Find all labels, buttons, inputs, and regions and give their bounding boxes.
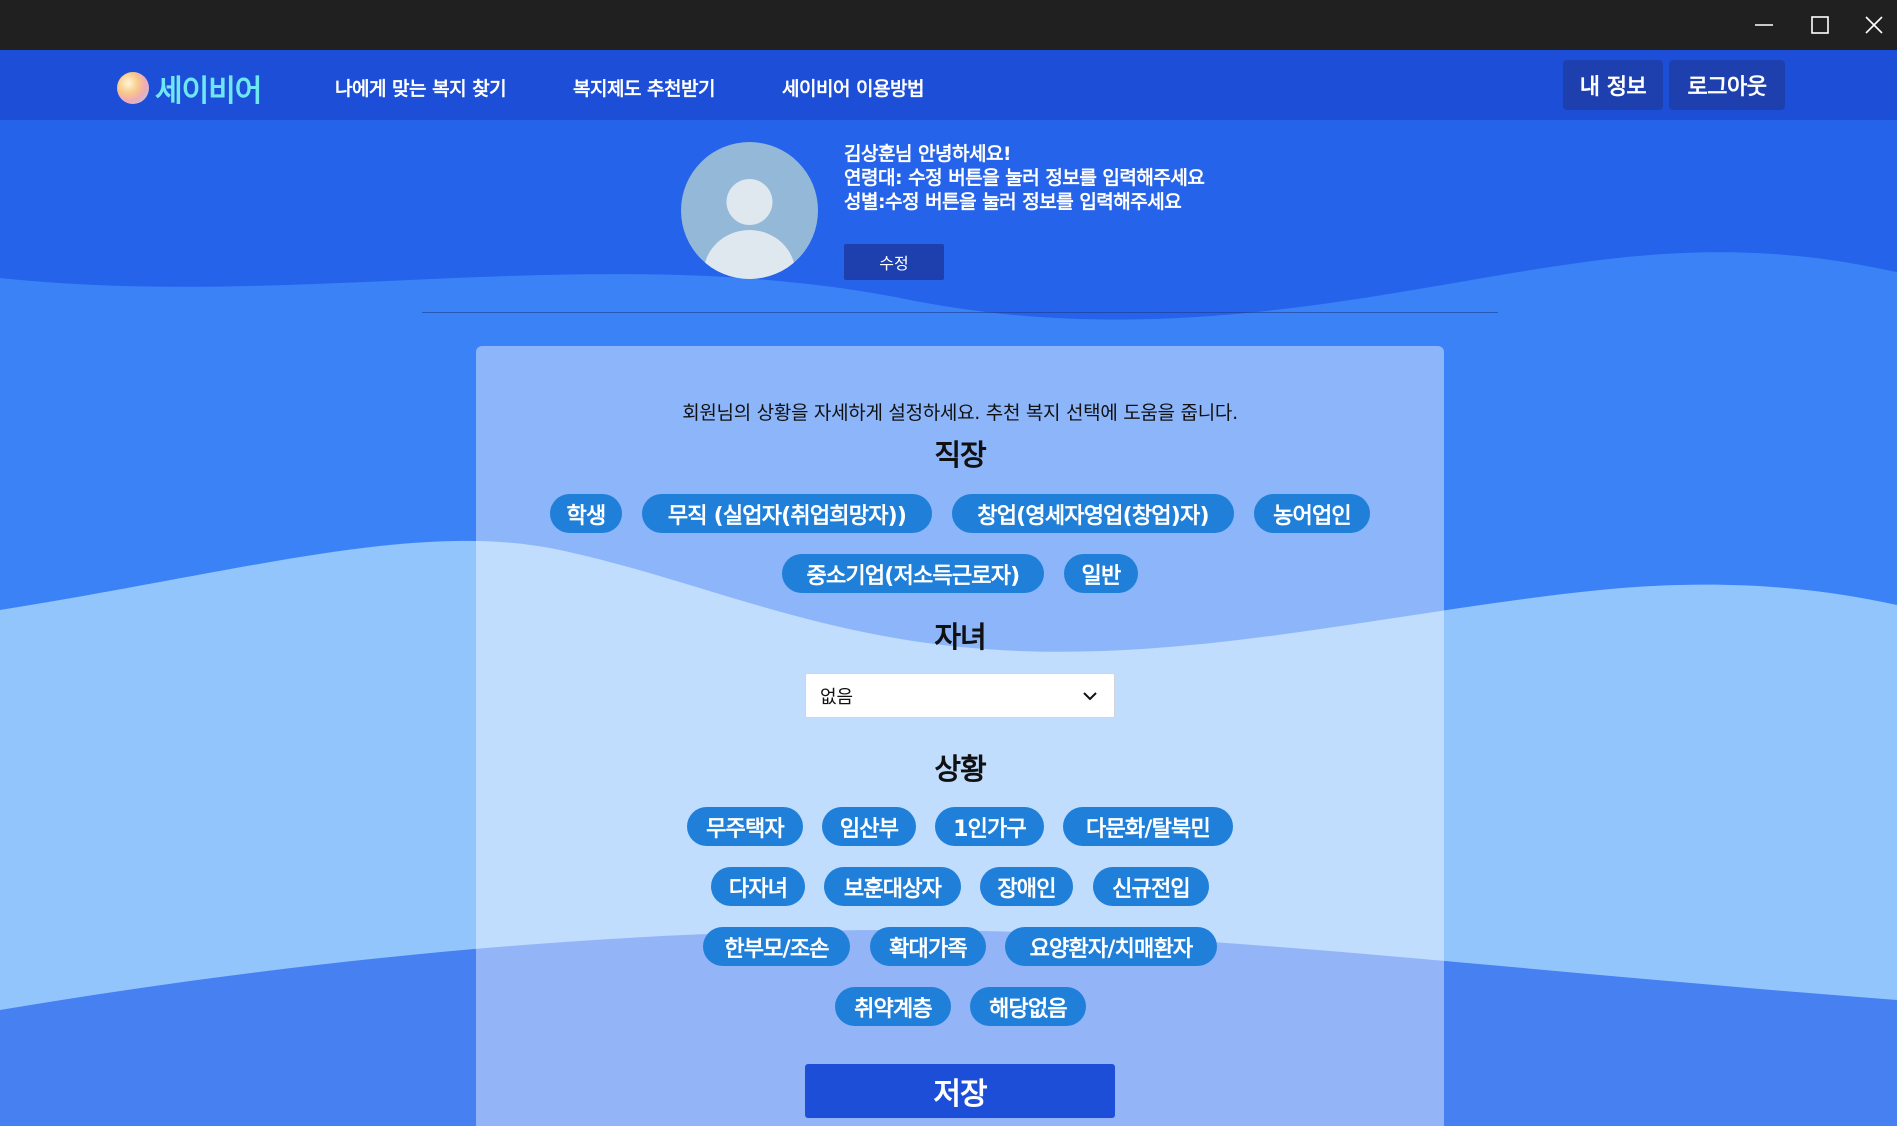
job-chip-student[interactable]: 학생 xyxy=(550,494,622,533)
divider xyxy=(422,312,1498,313)
children-select[interactable]: 없음 xyxy=(805,673,1115,718)
situation-section-title: 상황 xyxy=(934,752,986,786)
logo[interactable]: 세이비어 xyxy=(117,66,262,110)
job-chip-farmer[interactable]: 농어업인 xyxy=(1254,494,1370,533)
maximize-button[interactable] xyxy=(1792,0,1848,50)
my-info-button[interactable]: 내 정보 xyxy=(1563,60,1663,110)
logout-button[interactable]: 로그아웃 xyxy=(1669,60,1785,110)
navbar: 세이비어 나에게 맞는 복지 찾기 복지제도 추천받기 세이비어 이용방법 내 … xyxy=(0,50,1897,120)
user-silhouette-icon xyxy=(703,179,796,279)
job-chip-sme[interactable]: 중소기업(저소득근로자) xyxy=(782,554,1044,593)
close-button[interactable] xyxy=(1846,0,1897,50)
situation-chip-homeless[interactable]: 무주택자 xyxy=(687,807,803,846)
situation-chip-many-children[interactable]: 다자녀 xyxy=(711,867,805,906)
avatar xyxy=(681,142,818,279)
edit-profile-button[interactable]: 수정 xyxy=(844,244,944,280)
logo-orb-icon xyxy=(117,72,149,104)
nav-link-find-welfare[interactable]: 나에게 맞는 복지 찾기 xyxy=(335,74,507,101)
greeting-text: 김상훈님 안녕하세요! xyxy=(844,143,1012,165)
situation-chip-multicultural[interactable]: 다문화/탈북민 xyxy=(1063,807,1233,846)
situation-chip-veteran[interactable]: 보훈대상자 xyxy=(824,867,961,906)
situation-chip-single-parent[interactable]: 한부모/조손 xyxy=(703,927,850,966)
close-icon xyxy=(1865,16,1883,34)
situation-chip-extended-family[interactable]: 확대가족 xyxy=(870,927,986,966)
nav-link-recommend[interactable]: 복지제도 추천받기 xyxy=(573,74,715,101)
situation-chip-new-resident[interactable]: 신규전입 xyxy=(1093,867,1209,906)
job-chip-startup[interactable]: 창업(영세자영업(창업)자) xyxy=(952,494,1234,533)
situation-chip-disabled[interactable]: 장애인 xyxy=(980,867,1073,906)
maximize-icon xyxy=(1811,16,1829,34)
job-chip-general[interactable]: 일반 xyxy=(1064,554,1138,593)
logo-text: 세이비어 xyxy=(155,74,262,109)
situation-chip-vulnerable[interactable]: 취약계층 xyxy=(835,987,951,1026)
gender-info-text: 성별:수정 버튼을 눌러 정보를 입력해주세요 xyxy=(844,191,1182,213)
situation-chip-none[interactable]: 해당없음 xyxy=(970,987,1086,1026)
chevron-down-icon xyxy=(1083,692,1097,701)
job-chip-unemployed[interactable]: 무직 (실업자(취업희망자)) xyxy=(642,494,932,533)
situation-chip-pregnant[interactable]: 임산부 xyxy=(822,807,916,846)
minimize-icon xyxy=(1755,24,1773,26)
children-select-value: 없음 xyxy=(820,686,854,708)
settings-description: 회원님의 상황을 자세하게 설정하세요. 추천 복지 선택에 도움을 줍니다. xyxy=(682,402,1238,424)
situation-chip-care-patient[interactable]: 요양환자/치매환자 xyxy=(1005,927,1217,966)
children-section-title: 자녀 xyxy=(934,620,986,654)
job-section-title: 직장 xyxy=(934,438,986,472)
minimize-button[interactable] xyxy=(1736,0,1792,50)
profile-info: 김상훈님 안녕하세요! 연령대: 수정 버튼을 눌러 정보를 입력해주세요 성별… xyxy=(844,142,1205,214)
window-titlebar xyxy=(0,0,1897,50)
nav-link-how-to-use[interactable]: 세이비어 이용방법 xyxy=(782,74,924,101)
situation-chip-single-household[interactable]: 1인가구 xyxy=(935,807,1044,846)
age-info-text: 연령대: 수정 버튼을 눌러 정보를 입력해주세요 xyxy=(844,167,1205,189)
save-button[interactable]: 저장 xyxy=(805,1064,1115,1118)
